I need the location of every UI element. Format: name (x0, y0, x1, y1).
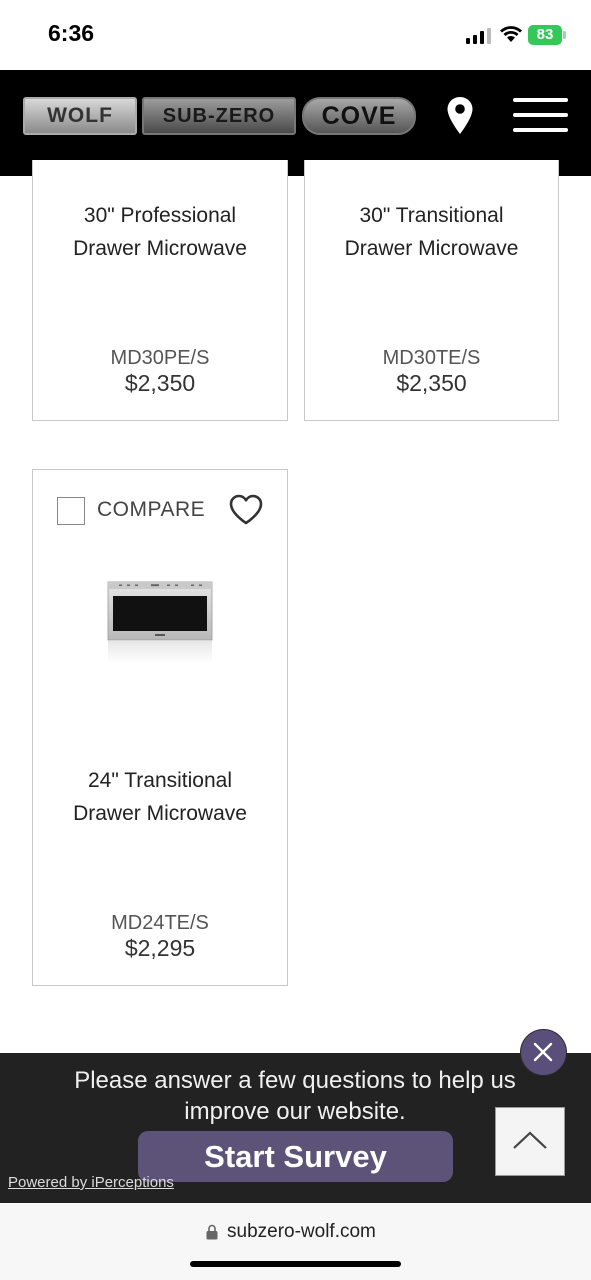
product-name-line2[interactable]: Drawer Microwave (33, 797, 287, 830)
cove-logo[interactable]: COVE (302, 97, 416, 135)
compare-checkbox[interactable] (57, 497, 85, 525)
product-model: MD30TE/S (382, 347, 481, 369)
product-name-line1[interactable]: 24" Transitional (33, 764, 287, 797)
product-name-line2[interactable]: Drawer Microwave (33, 232, 287, 265)
status-bar: 6:36 83 (0, 0, 591, 70)
hamburger-menu-icon[interactable] (513, 98, 568, 134)
scroll-to-top-button[interactable] (495, 1107, 565, 1176)
location-pin-icon[interactable] (446, 96, 474, 136)
powered-by-link[interactable]: Powered by iPerceptions (8, 1174, 174, 1191)
product-card[interactable]: 30" Professional Drawer Microwave MD30PE… (32, 160, 288, 421)
close-icon (533, 1042, 553, 1062)
product-model: MD24TE/S (111, 912, 209, 934)
close-survey-button[interactable] (520, 1029, 567, 1076)
compare-label[interactable]: COMPARE (97, 498, 205, 522)
browser-address-bar[interactable]: subzero-wolf.com (0, 1203, 591, 1280)
product-price: $2,295 (124, 935, 196, 961)
wolf-logo[interactable]: WOLF (23, 97, 137, 135)
battery-icon: 83 (528, 25, 562, 45)
product-name-line1[interactable]: 30" Transitional (305, 199, 558, 232)
product-name-line1[interactable]: 30" Professional (33, 199, 287, 232)
url-text[interactable]: subzero-wolf.com (227, 1221, 376, 1243)
subzero-logo[interactable]: SUB-ZERO (142, 97, 296, 135)
product-card[interactable]: COMPARE 24" Transitional Drawer Microwav… (32, 469, 288, 986)
microwave-product-image[interactable] (107, 580, 213, 670)
lock-icon (206, 1224, 218, 1240)
product-price: $2,350 (396, 370, 467, 396)
product-price: $2,350 (124, 370, 196, 396)
battery-tip (563, 31, 566, 39)
home-indicator (190, 1261, 401, 1267)
heart-icon[interactable] (228, 492, 264, 528)
wifi-icon (500, 26, 522, 42)
survey-message: Please answer a few questions to help us… (74, 1067, 516, 1125)
chevron-up-icon (513, 1131, 547, 1149)
product-card[interactable]: 30" Transitional Drawer Microwave MD30TE… (304, 160, 559, 421)
product-name-line2[interactable]: Drawer Microwave (305, 232, 558, 265)
start-survey-button[interactable]: Start Survey (138, 1131, 453, 1182)
status-time: 6:36 (48, 20, 95, 46)
product-model: MD30PE/S (110, 347, 210, 369)
signal-icon (466, 28, 491, 44)
